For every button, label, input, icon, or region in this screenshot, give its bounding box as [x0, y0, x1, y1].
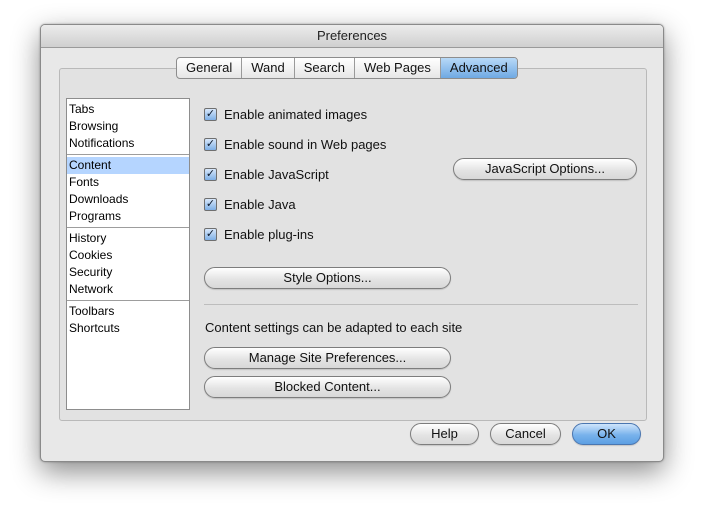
blocked-content-button[interactable]: Blocked Content...	[204, 376, 451, 398]
checkbox-checked-icon[interactable]: ✓	[204, 107, 217, 121]
checkbox-checked-icon[interactable]: ✓	[204, 137, 217, 151]
category-network[interactable]: Network	[67, 281, 189, 298]
category-programs[interactable]: Programs	[67, 208, 189, 225]
style-options-button[interactable]: Style Options...	[204, 267, 451, 289]
tab-advanced[interactable]: Advanced	[440, 58, 517, 78]
category-group: Toolbars Shortcuts	[67, 301, 189, 339]
animated-images-option[interactable]: ✓ Enable animated images	[204, 99, 386, 129]
java-option[interactable]: ✓ Enable Java	[204, 189, 386, 219]
content-settings-note: Content settings can be adapted to each …	[205, 320, 463, 335]
category-content[interactable]: Content	[67, 157, 189, 174]
category-downloads[interactable]: Downloads	[67, 191, 189, 208]
content-options: ✓ Enable animated images ✓ Enable sound …	[204, 99, 386, 249]
tab-general[interactable]: General	[177, 58, 243, 78]
option-label: Enable animated images	[224, 106, 368, 122]
checkbox-checked-icon[interactable]: ✓	[204, 197, 217, 211]
checkbox-checked-icon[interactable]: ✓	[204, 167, 217, 181]
javascript-options-button[interactable]: JavaScript Options...	[453, 158, 637, 180]
category-group: Tabs Browsing Notifications	[67, 99, 189, 155]
category-notifications[interactable]: Notifications	[67, 135, 189, 152]
help-button[interactable]: Help	[410, 423, 479, 445]
category-list: Tabs Browsing Notifications Content Font…	[66, 98, 190, 410]
sound-option[interactable]: ✓ Enable sound in Web pages	[204, 129, 386, 159]
section-divider	[204, 304, 638, 305]
checkbox-checked-icon[interactable]: ✓	[204, 227, 217, 241]
option-label: Enable Java	[224, 196, 296, 212]
category-history[interactable]: History	[67, 230, 189, 247]
javascript-option[interactable]: ✓ Enable JavaScript	[204, 159, 386, 189]
category-security[interactable]: Security	[67, 264, 189, 281]
plugins-option[interactable]: ✓ Enable plug-ins	[204, 219, 386, 249]
tab-wand[interactable]: Wand	[242, 58, 295, 78]
tab-web-pages[interactable]: Web Pages	[355, 58, 441, 78]
category-tabs[interactable]: Tabs	[67, 101, 189, 118]
window-title: Preferences	[41, 25, 663, 48]
option-label: Enable plug-ins	[224, 226, 314, 242]
category-fonts[interactable]: Fonts	[67, 174, 189, 191]
category-group: Content Fonts Downloads Programs	[67, 155, 189, 228]
manage-site-preferences-button[interactable]: Manage Site Preferences...	[204, 347, 451, 369]
option-label: Enable sound in Web pages	[224, 136, 387, 152]
category-toolbars[interactable]: Toolbars	[67, 303, 189, 320]
category-shortcuts[interactable]: Shortcuts	[67, 320, 189, 337]
category-browsing[interactable]: Browsing	[67, 118, 189, 135]
ok-button[interactable]: OK	[572, 423, 641, 445]
option-label: Enable JavaScript	[224, 166, 329, 182]
category-group: History Cookies Security Network	[67, 228, 189, 301]
tab-bar: General Wand Search Web Pages Advanced	[176, 57, 518, 79]
cancel-button[interactable]: Cancel	[490, 423, 561, 445]
tab-search[interactable]: Search	[295, 58, 355, 78]
category-cookies[interactable]: Cookies	[67, 247, 189, 264]
preferences-window: Preferences General Wand Search Web Page…	[40, 24, 664, 462]
